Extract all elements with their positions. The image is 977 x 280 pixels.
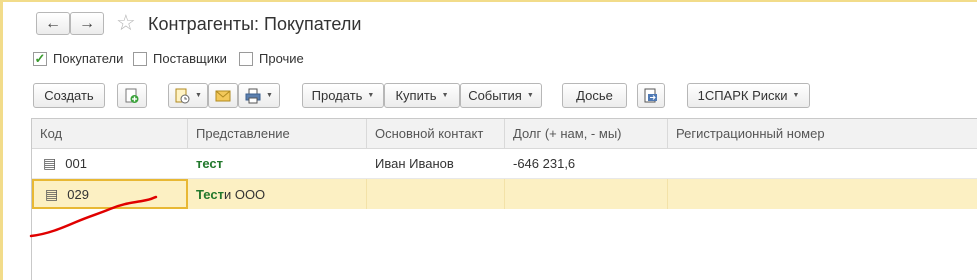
red-annotation-stroke: [29, 195, 158, 238]
